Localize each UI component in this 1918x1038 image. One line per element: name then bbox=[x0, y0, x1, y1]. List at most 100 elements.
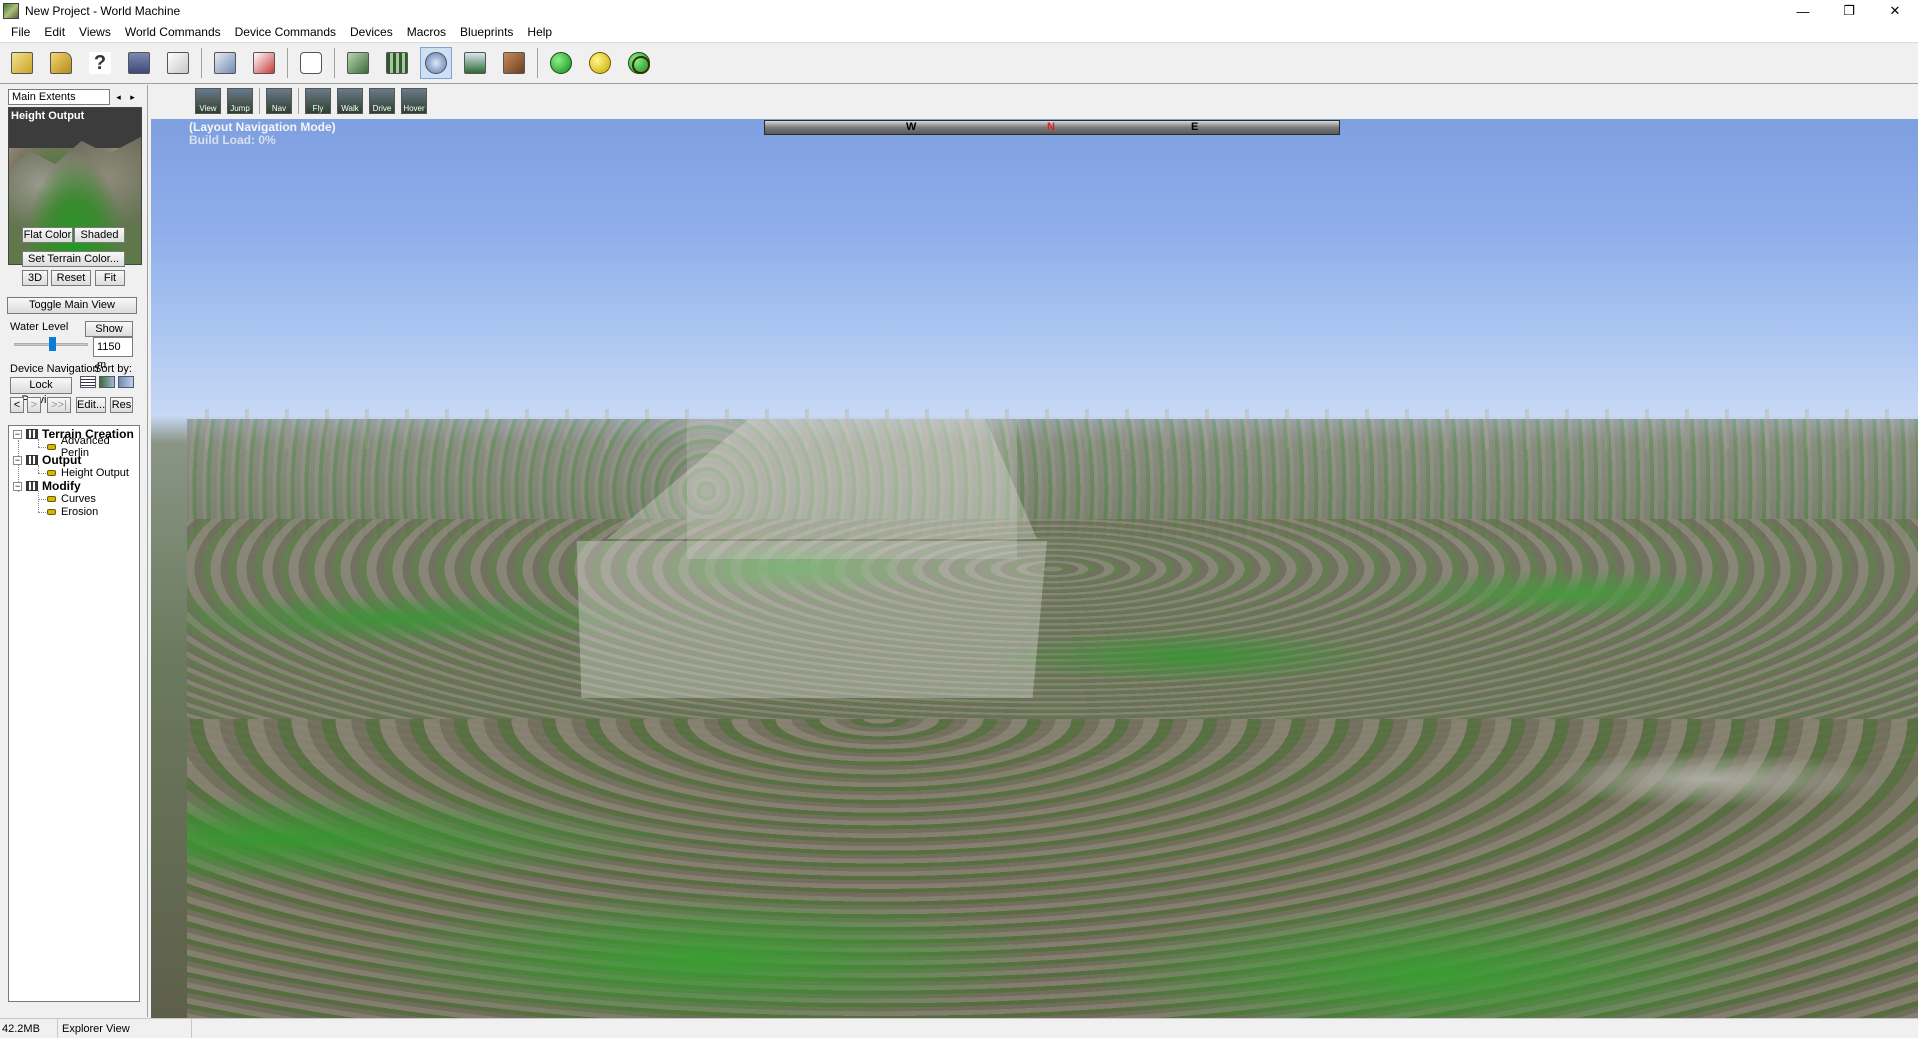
viewport-overlay: (Layout Navigation Mode) Build Load: 0% bbox=[189, 121, 336, 147]
tree-group-modify[interactable]: − Modify bbox=[13, 479, 81, 493]
collapse-toggle[interactable]: − bbox=[13, 455, 22, 465]
device-label: Height Output bbox=[61, 467, 129, 479]
set-terrain-color-button[interactable]: Set Terrain Color... bbox=[22, 251, 125, 267]
randomize-button[interactable] bbox=[295, 47, 327, 79]
menu-bar: File Edit Views World Commands Device Co… bbox=[0, 22, 1918, 42]
tree-group-output[interactable]: − Output bbox=[13, 453, 81, 467]
close-button[interactable]: ✕ bbox=[1872, 0, 1918, 22]
build-preview-button[interactable] bbox=[584, 47, 616, 79]
minimize-button[interactable]: — bbox=[1780, 0, 1826, 22]
shaded-button[interactable]: Shaded bbox=[74, 227, 125, 243]
3d-button[interactable]: 3D bbox=[22, 270, 48, 286]
hover-mode-button[interactable]: Hover bbox=[401, 88, 427, 114]
reset-button[interactable]: Reset bbox=[51, 270, 91, 286]
export-icon bbox=[167, 52, 189, 74]
device-last-button[interactable]: >>| bbox=[47, 397, 71, 413]
device-icon bbox=[47, 496, 56, 502]
extent-next-button[interactable]: ▸ bbox=[126, 89, 139, 105]
tree-device-erosion[interactable]: Erosion bbox=[47, 505, 98, 519]
open-folder-icon bbox=[50, 52, 72, 74]
menu-views[interactable]: Views bbox=[72, 22, 118, 42]
sort-view-icon[interactable] bbox=[118, 376, 134, 388]
app-icon bbox=[3, 3, 19, 19]
toggle-main-view-button[interactable]: Toggle Main View bbox=[7, 297, 137, 314]
edit-device-button[interactable]: Edit... bbox=[76, 397, 106, 413]
build-button[interactable] bbox=[209, 47, 241, 79]
device-icon bbox=[47, 509, 56, 515]
nav-mode-button[interactable]: Nav bbox=[266, 88, 292, 114]
menu-macros[interactable]: Macros bbox=[400, 22, 453, 42]
group-icon bbox=[26, 455, 38, 465]
sort-list-icon[interactable] bbox=[80, 376, 96, 388]
lock-preview-button[interactable]: Lock Preview bbox=[10, 377, 72, 406]
fly-mode-button[interactable]: Fly bbox=[305, 88, 331, 114]
viewport-margin bbox=[151, 119, 187, 1018]
compass-west: W bbox=[906, 121, 917, 133]
layout-view-button[interactable] bbox=[342, 47, 374, 79]
menu-edit[interactable]: Edit bbox=[37, 22, 72, 42]
terrain-view-button[interactable] bbox=[459, 47, 491, 79]
open-project-button[interactable] bbox=[45, 47, 77, 79]
view-mode-button[interactable]: View bbox=[195, 88, 221, 114]
tree-device-curves[interactable]: Curves bbox=[47, 492, 96, 506]
group-icon bbox=[26, 481, 38, 491]
extent-prev-button[interactable]: ◂ bbox=[112, 89, 125, 105]
walk-mode-button[interactable]: Walk bbox=[337, 88, 363, 114]
target-ball-icon bbox=[628, 52, 650, 74]
selection-box-front bbox=[576, 541, 1047, 698]
resolution-button[interactable]: Res bbox=[110, 397, 133, 413]
jump-mode-button[interactable]: Jump bbox=[227, 88, 253, 114]
export-button[interactable] bbox=[162, 47, 194, 79]
drive-mode-button[interactable]: Drive bbox=[369, 88, 395, 114]
device-tree[interactable]: − Terrain Creation Advanced Perlin − Out… bbox=[8, 425, 140, 1002]
help-button[interactable]: ? bbox=[84, 47, 116, 79]
device-icon bbox=[47, 470, 56, 476]
tree-device-height-output[interactable]: Height Output bbox=[47, 466, 129, 480]
water-level-input[interactable]: 1150 m bbox=[93, 337, 133, 371]
water-level-slider-thumb[interactable] bbox=[48, 337, 56, 351]
menu-blueprints[interactable]: Blueprints bbox=[453, 22, 520, 42]
sort-type-icon[interactable] bbox=[99, 376, 115, 388]
main-toolbar: ? bbox=[0, 42, 1918, 84]
explorer-view-button[interactable] bbox=[420, 47, 452, 79]
device-label: Erosion bbox=[61, 506, 99, 518]
show-water-button[interactable]: Show bbox=[85, 321, 133, 337]
tree-device-advanced-perlin[interactable]: Advanced Perlin bbox=[47, 435, 139, 459]
texture-icon bbox=[503, 52, 525, 74]
nav-label: Walk bbox=[341, 104, 359, 113]
menu-world-commands[interactable]: World Commands bbox=[118, 22, 228, 42]
group-label: Output bbox=[42, 453, 82, 467]
build-all-button[interactable] bbox=[545, 47, 577, 79]
menu-device-commands[interactable]: Device Commands bbox=[228, 22, 343, 42]
toolbar-separator bbox=[537, 48, 538, 78]
globe-icon bbox=[425, 52, 447, 74]
stop-icon bbox=[253, 52, 275, 74]
new-project-button[interactable] bbox=[6, 47, 38, 79]
menu-file[interactable]: File bbox=[4, 22, 37, 42]
preview-terrain bbox=[9, 136, 141, 264]
stop-build-button[interactable] bbox=[248, 47, 280, 79]
toolbar-separator bbox=[334, 48, 335, 78]
memory-usage: 42.2MB bbox=[0, 1018, 58, 1038]
preview-label: Height Output bbox=[11, 110, 85, 122]
menu-devices[interactable]: Devices bbox=[343, 22, 400, 42]
device-view-button[interactable] bbox=[381, 47, 413, 79]
device-next-button[interactable]: > bbox=[27, 397, 41, 413]
tree-connector bbox=[38, 499, 46, 500]
device-prev-button[interactable]: < bbox=[10, 397, 24, 413]
nav-label: Fly bbox=[312, 104, 324, 113]
terrain-icon bbox=[464, 52, 486, 74]
extent-select[interactable]: Main Extents bbox=[8, 89, 110, 105]
window-title: New Project - World Machine bbox=[25, 4, 181, 18]
restore-button[interactable]: ❐ bbox=[1826, 0, 1872, 22]
collapse-toggle[interactable]: − bbox=[13, 429, 22, 439]
flat-color-button[interactable]: Flat Color bbox=[22, 227, 73, 243]
texture-view-button[interactable] bbox=[498, 47, 530, 79]
build-extent-button[interactable] bbox=[623, 47, 655, 79]
group-icon bbox=[26, 429, 38, 439]
fit-button[interactable]: Fit bbox=[95, 270, 125, 286]
save-button[interactable] bbox=[123, 47, 155, 79]
explorer-viewport[interactable] bbox=[187, 119, 1918, 1018]
menu-help[interactable]: Help bbox=[520, 22, 559, 42]
collapse-toggle[interactable]: − bbox=[13, 481, 22, 491]
